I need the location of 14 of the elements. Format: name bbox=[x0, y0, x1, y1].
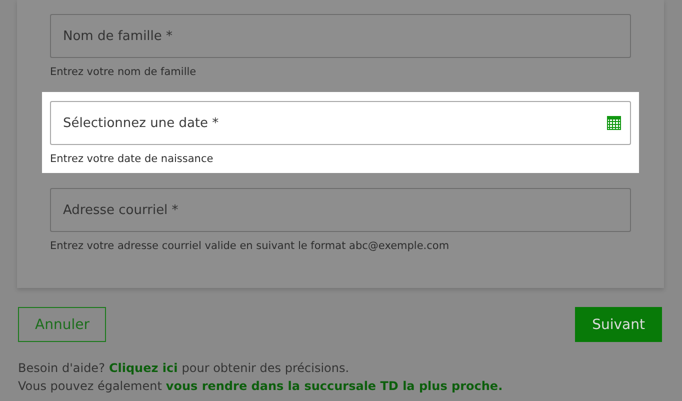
input-field[interactable]: Adresse courriel * bbox=[50, 188, 631, 232]
help-text: Vous pouvez également bbox=[18, 379, 162, 394]
next-button[interactable]: Suivant bbox=[575, 307, 662, 342]
input-field[interactable]: Nom de famille * bbox=[50, 14, 631, 58]
help-text: pour obtenir des précisions. bbox=[182, 361, 350, 376]
cancel-button[interactable]: Annuler bbox=[18, 307, 106, 342]
helper-text: Entrez votre date de naissance bbox=[50, 152, 214, 166]
calendar-icon[interactable] bbox=[607, 116, 621, 130]
helper-text: Entrez votre nom de famille bbox=[50, 65, 198, 79]
help-link[interactable]: vous rendre dans la succursale TD la plus proche. bbox=[166, 379, 503, 394]
date-field[interactable]: Sélectionnez une date * bbox=[50, 101, 631, 145]
help-text: Besoin d'aide? bbox=[18, 361, 105, 376]
help-link[interactable]: Cliquez ici bbox=[108, 361, 178, 376]
helper-text: Entrez votre adresse courriel valide en suivant le format abc@exemple.com bbox=[50, 239, 450, 253]
